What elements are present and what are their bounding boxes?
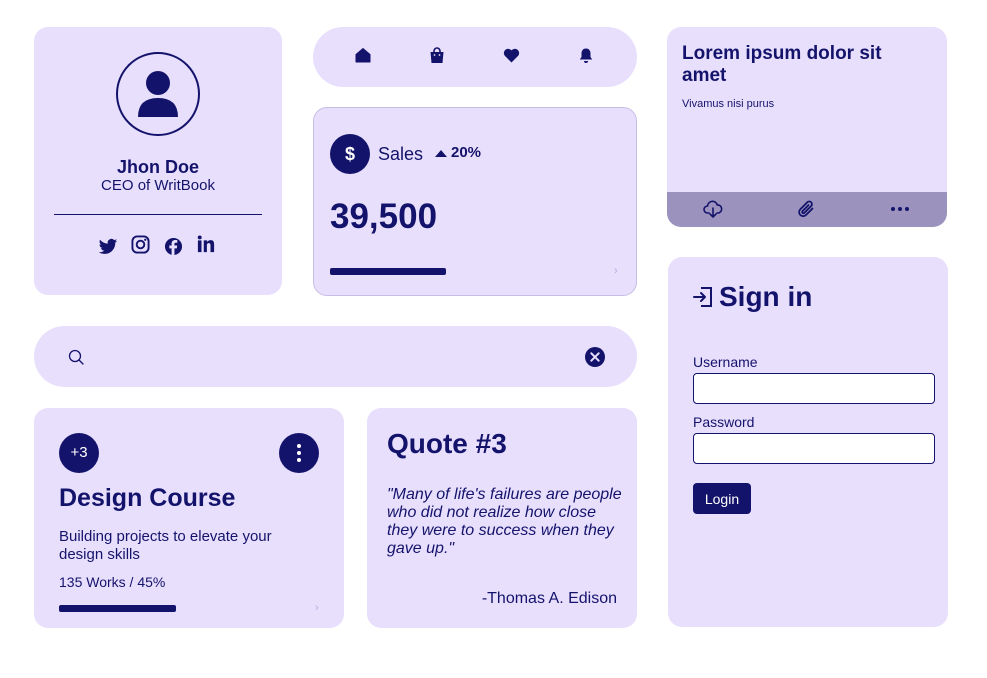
course-title: Design Course <box>59 484 236 512</box>
course-progress-bar <box>59 605 176 612</box>
more-horizontal-icon[interactable] <box>890 206 910 212</box>
profile-card: Jhon Doe CEO of WritBook <box>34 27 282 295</box>
sales-progress-bar <box>330 268 446 275</box>
linkedin-icon[interactable] <box>197 235 215 253</box>
signin-heading: Sign in <box>693 281 812 313</box>
search-input[interactable] <box>94 343 588 373</box>
sales-card: $ Sales 20% 39,500 › <box>313 107 637 296</box>
cloud-download-icon[interactable] <box>703 199 723 219</box>
twitter-icon[interactable] <box>98 238 118 256</box>
username-field[interactable] <box>693 373 935 404</box>
paperclip-icon[interactable] <box>796 199 816 219</box>
sales-trend-value: 20% <box>451 144 482 161</box>
course-card: +3 Design Course Building projects to el… <box>34 408 344 628</box>
more-vertical-icon <box>297 444 301 462</box>
password-field[interactable] <box>693 433 935 464</box>
trend-up-icon <box>435 149 447 157</box>
clear-search-icon[interactable] <box>585 347 605 367</box>
search-icon <box>68 349 84 365</box>
chevron-right-icon: › <box>315 602 319 614</box>
instagram-icon[interactable] <box>131 235 150 254</box>
quote-title: Quote #3 <box>387 428 507 459</box>
quote-text: "Many of life's failures are people who … <box>387 486 622 557</box>
chevron-right-icon: › <box>614 265 618 277</box>
profile-role: CEO of WritBook <box>101 177 215 194</box>
signin-title: Sign in <box>719 281 813 312</box>
search-bar <box>34 326 637 387</box>
quote-card: Quote #3 "Many of life's failures are pe… <box>367 408 637 628</box>
count-badge: +3 <box>59 433 99 473</box>
sales-label: Sales <box>378 144 424 164</box>
sales-value: 39,500 <box>330 197 438 236</box>
heart-icon[interactable] <box>503 48 520 63</box>
course-description: Building projects to elevate your design… <box>59 528 272 563</box>
nav-bar <box>313 27 637 87</box>
password-label: Password <box>693 414 755 430</box>
profile-divider <box>54 214 262 215</box>
user-icon <box>138 71 178 117</box>
login-button[interactable]: Login <box>693 483 751 514</box>
more-options-button[interactable] <box>279 433 319 473</box>
sales-trend: 20% <box>435 144 481 161</box>
facebook-icon[interactable] <box>164 237 183 256</box>
quote-author: -Thomas A. Edison <box>481 590 617 607</box>
login-icon <box>693 286 712 307</box>
dollar-icon: $ <box>330 134 370 174</box>
course-stats: 135 Works / 45% <box>59 574 166 590</box>
shopping-bag-icon[interactable] <box>429 47 445 64</box>
home-icon[interactable] <box>355 47 371 63</box>
lorem-card: Lorem ipsum dolor sit amet Vivamus nisi … <box>667 27 947 227</box>
lorem-title: Lorem ipsum dolor sit amet <box>682 43 882 86</box>
lorem-subtitle: Vivamus nisi purus <box>682 98 775 110</box>
lorem-footer-bar <box>667 192 947 227</box>
signin-card: Sign in Username Password Login <box>668 257 948 627</box>
social-links <box>98 235 220 259</box>
avatar[interactable] <box>116 52 200 136</box>
username-label: Username <box>693 354 758 370</box>
profile-name: Jhon Doe <box>116 157 199 177</box>
bell-icon[interactable] <box>578 47 594 64</box>
